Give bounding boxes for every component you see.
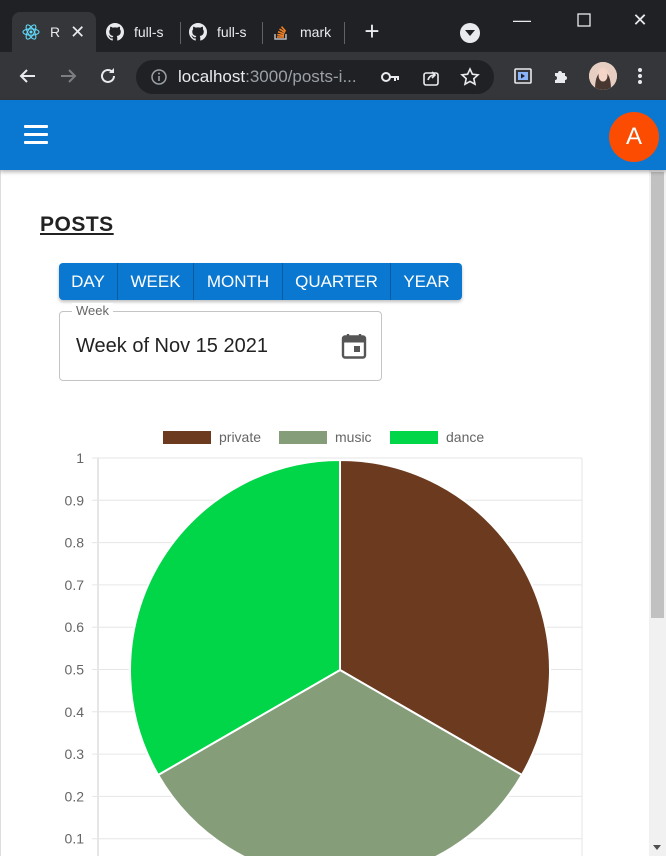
y-tick-label: 0.1 [65, 831, 85, 847]
calendar-icon[interactable] [341, 332, 367, 360]
tab-separator [262, 22, 263, 44]
y-tick-label: 0.9 [65, 492, 85, 508]
tab-github-2[interactable]: full-s [189, 12, 247, 52]
y-tick-label: 0.6 [65, 619, 85, 635]
y-tick-label: 0.4 [65, 704, 85, 720]
range-day-button[interactable]: DAY [59, 263, 118, 300]
maximize-icon[interactable] [572, 8, 596, 32]
url-text: localhost:3000/posts-i... [178, 67, 357, 87]
app-bar [0, 100, 666, 170]
new-tab-icon[interactable]: + [360, 18, 384, 44]
posts-pie-chart: private music dance 1 0.9 0.8 0.7 0.6 0.5 0.4 0.3 0… [65, 429, 583, 856]
tab-label: full-s [134, 24, 164, 40]
key-icon[interactable] [380, 68, 400, 91]
week-field-label: Week [72, 303, 113, 318]
y-tick-label: 0.5 [65, 662, 85, 678]
legend-swatch-music [279, 431, 327, 444]
stackoverflow-icon [272, 23, 290, 41]
range-week-button[interactable]: WEEK [118, 263, 194, 300]
browser-toolbar: localhost:3000/posts-i... [0, 52, 666, 100]
bookmark-star-icon[interactable] [460, 67, 480, 92]
forward-icon[interactable] [56, 64, 80, 88]
tab-stackoverflow[interactable]: mark [272, 12, 331, 52]
browser-tab-strip: R ✕ full-s full-s mark + — ✕ [0, 0, 666, 52]
legend-label-private: private [219, 429, 261, 445]
tab-github-1[interactable]: full-s [106, 12, 164, 52]
window-close-icon[interactable]: ✕ [628, 8, 652, 32]
y-tick-label: 0.3 [65, 746, 85, 762]
legend-label-music: music [335, 429, 372, 445]
github-icon [189, 23, 207, 41]
hamburger-menu-icon[interactable] [24, 125, 48, 145]
url-host: localhost [178, 67, 246, 86]
minimize-icon[interactable]: — [510, 8, 534, 32]
week-picker-field[interactable]: Week Week of Nov 15 2021 [59, 303, 382, 381]
legend-label-dance: dance [446, 429, 484, 445]
scrollbar-thumb[interactable] [651, 172, 664, 618]
legend-swatch-private [163, 431, 211, 444]
week-field-value: Week of Nov 15 2021 [76, 335, 268, 357]
tab-separator [344, 22, 345, 44]
y-tick-label: 0.7 [65, 577, 85, 593]
tab-separator [180, 22, 181, 44]
url-path: :3000/posts-i... [245, 67, 357, 86]
page-scrollbar[interactable] [649, 170, 666, 856]
extensions-puzzle-icon[interactable] [550, 64, 574, 88]
y-tick-label: 1 [76, 450, 84, 466]
react-icon [22, 23, 40, 41]
tab-label: R [50, 24, 61, 40]
tab-label: mark [300, 24, 332, 40]
close-tab-icon[interactable]: ✕ [70, 22, 85, 43]
legend-swatch-dance [390, 431, 438, 444]
range-year-button[interactable]: YEAR [391, 263, 462, 300]
site-info-icon[interactable] [150, 68, 168, 91]
tab-label: full-s [217, 24, 247, 40]
share-icon[interactable] [422, 67, 440, 92]
tab-search-icon[interactable] [460, 23, 480, 43]
back-icon[interactable] [16, 64, 40, 88]
scroll-down-arrow-icon[interactable] [653, 845, 661, 850]
github-icon [106, 23, 124, 41]
range-button-group: DAY WEEK MONTH QUARTER YEAR [59, 263, 462, 300]
profile-avatar-icon[interactable] [589, 62, 617, 90]
user-avatar[interactable]: A [609, 112, 659, 162]
y-tick-label: 0.8 [65, 535, 85, 551]
media-extension-icon[interactable] [511, 64, 535, 88]
page-title: POSTS [40, 213, 114, 236]
tab-react-app[interactable]: R ✕ [12, 12, 96, 52]
range-quarter-button[interactable]: QUARTER [283, 263, 391, 300]
y-tick-label: 0.2 [65, 788, 85, 804]
avatar-letter: A [625, 123, 642, 150]
address-bar[interactable]: localhost:3000/posts-i... [136, 60, 494, 94]
reload-icon[interactable] [96, 64, 120, 88]
browser-menu-icon[interactable] [628, 64, 652, 88]
range-month-button[interactable]: MONTH [194, 263, 283, 300]
